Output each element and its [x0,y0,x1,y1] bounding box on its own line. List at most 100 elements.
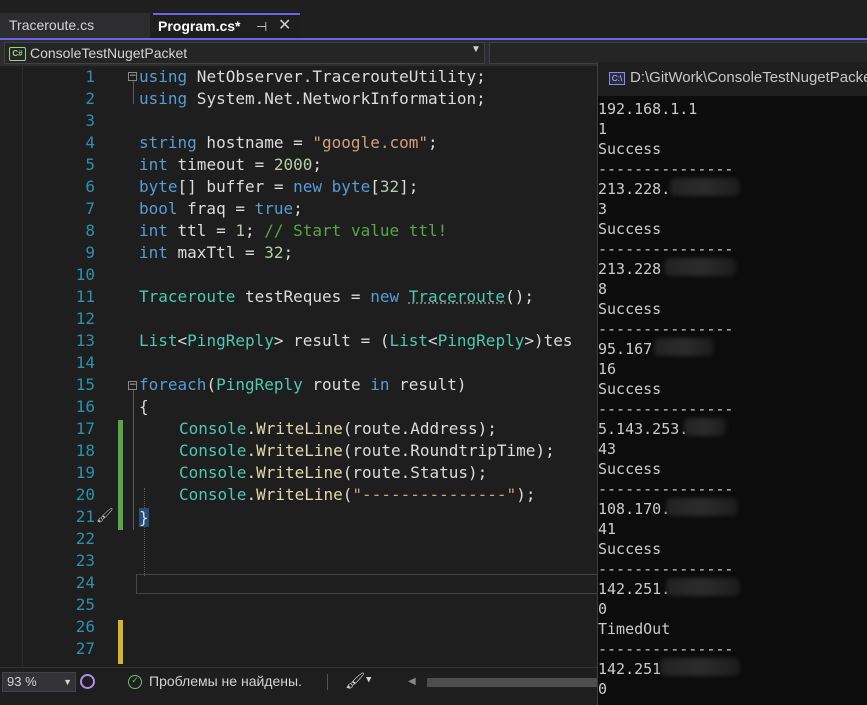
code-line-5: int timeout = 2000; [139,155,323,174]
console-output-line: --------------- [598,240,734,258]
console-output-line: Success [598,220,662,238]
code-editor[interactable]: 1 2 3 4 5 6 7 8 9 10 11 12 13 14 15 16 17 18 19 20 21 22 23 24 2… [0,66,600,667]
close-icon[interactable]: ✕ [278,14,291,37]
chevron-down-icon[interactable]: ▼ [471,44,481,55]
console-title-bar[interactable]: C:\ D:\GitWork\ConsoleTestNugetPacke [598,62,867,96]
console-output-line: 213.228 [598,260,662,278]
horizontal-scrollbar-thumb[interactable] [427,678,597,687]
console-output-line: 8 [598,280,608,298]
console-output-line: 41 [598,520,617,538]
console-output-line: 142.251 [598,660,662,678]
console-output-line: 0 [598,600,608,618]
collapse-icon[interactable]: − [128,381,137,390]
redacted-blur [660,658,740,676]
csharp-project-icon: C# [9,47,26,61]
console-output-line: --------------- [598,400,734,418]
console-output-line: --------------- [598,160,734,178]
project-name: ConsoleTestNugetPacket [30,45,188,61]
console-output-line: 1 [598,120,608,138]
outline-line [133,81,134,104]
console-output-line: 0 [598,680,608,698]
line-number: 5 [85,155,95,174]
collapse-icon[interactable]: − [128,72,137,81]
line-number: 6 [85,177,95,196]
line-number: 8 [85,221,95,240]
tab-program-cs[interactable]: Program.cs* ⊣ ✕ [153,13,300,38]
line-number: 23 [75,551,95,570]
code-line-6: byte[] buffer = new byte[32]; [139,177,419,196]
line-number: 3 [85,111,95,130]
tab-traceroute-cs[interactable]: Traceroute.cs [0,13,150,38]
member-dropdown[interactable] [489,42,867,64]
line-number: 1 [85,67,95,86]
console-output-line: Success [598,300,662,318]
console-output-line: Success [598,380,662,398]
scroll-left-icon[interactable]: ◀ [408,676,420,688]
console-output-line: --------------- [598,480,734,498]
console-output-line: Success [598,140,662,158]
line-number: 26 [75,617,95,636]
code-line-8: int ttl = 1; // Start value ttl! [139,221,448,240]
redacted-blur [664,258,736,276]
brush-quick-action-icon[interactable]: 🖌 [96,508,114,524]
console-window-icon: C:\ [609,72,625,85]
line-number: 12 [75,309,95,328]
selection-margin [0,66,23,667]
chevron-down-icon[interactable]: ▼ [366,675,371,685]
brush-icon[interactable]: 🖌 [345,671,365,690]
line-number: 2 [85,89,95,108]
line-number: 17 [75,419,95,438]
chevron-down-icon: ▼ [63,677,72,687]
console-title: D:\GitWork\ConsoleTestNugetPacke [630,69,867,86]
line-number: 7 [85,199,95,218]
zoom-dropdown[interactable]: 93 % ▼ [2,672,76,692]
console-output-line: Success [598,460,662,478]
redacted-blur [666,498,738,516]
code-line-20: Console.WriteLine("---------------"); [179,485,536,504]
code-line-2: using System.Net.NetworkInformation; [139,89,486,108]
code-line-1: using NetObserver.TracerouteUtility; [139,67,486,86]
editor-status-bar: 93 % ▼ ✓ Проблемы не найдены. 🖌 ▼ ◀ [0,667,597,698]
project-dropdown[interactable]: C# ConsoleTestNugetPacket ▼ [4,42,485,64]
line-number: 4 [85,133,95,152]
code-line-16: { [139,397,149,416]
redacted-blur [670,178,740,196]
outline-line [133,390,134,530]
console-output-line: 3 [598,200,608,218]
console-output-line: Success [598,540,662,558]
console-output-line: 213.228. [598,180,671,198]
console-output-line: 43 [598,440,617,458]
change-indicator-unsaved [118,620,123,664]
code-line-19: Console.WriteLine(route.Status); [179,463,488,482]
indent-guide [144,488,145,576]
redacted-blur [666,578,740,596]
bottom-strip [0,697,597,705]
console-output-line: --------------- [598,640,734,658]
line-number: 14 [75,353,95,372]
copilot-icon[interactable] [80,674,95,689]
line-number: 9 [85,243,95,262]
console-output-line: 108.170. [598,500,671,518]
console-output-line: --------------- [598,560,734,578]
code-line-13: List<PingReply> result = (List<PingReply… [139,331,573,350]
line-number: 25 [75,595,95,614]
line-number: 13 [75,331,95,350]
line-number: 10 [75,265,95,284]
line-number: 20 [75,485,95,504]
code-line-7: bool fraq = true; [139,199,303,218]
line-number: 24 [75,573,95,592]
current-line-highlight [136,574,600,594]
code-line-4: string hostname = "google.com"; [139,133,438,152]
document-tab-bar: Traceroute.cs Program.cs* ⊣ ✕ [0,0,867,38]
console-window[interactable]: C:\ D:\GitWork\ConsoleTestNugetPacke 192… [597,62,867,705]
code-line-21: } [139,508,149,527]
code-line-9: int maxTtl = 32; [139,243,294,262]
tab-label: Program.cs* [158,18,241,34]
pin-icon[interactable]: ⊣ [256,15,267,38]
line-number: 16 [75,397,95,416]
change-indicator-saved [118,420,123,530]
console-output-line: --------------- [598,320,734,338]
line-number: 18 [75,441,95,460]
line-number: 15 [75,375,95,394]
issues-status[interactable]: Проблемы не найдены. [149,673,302,689]
